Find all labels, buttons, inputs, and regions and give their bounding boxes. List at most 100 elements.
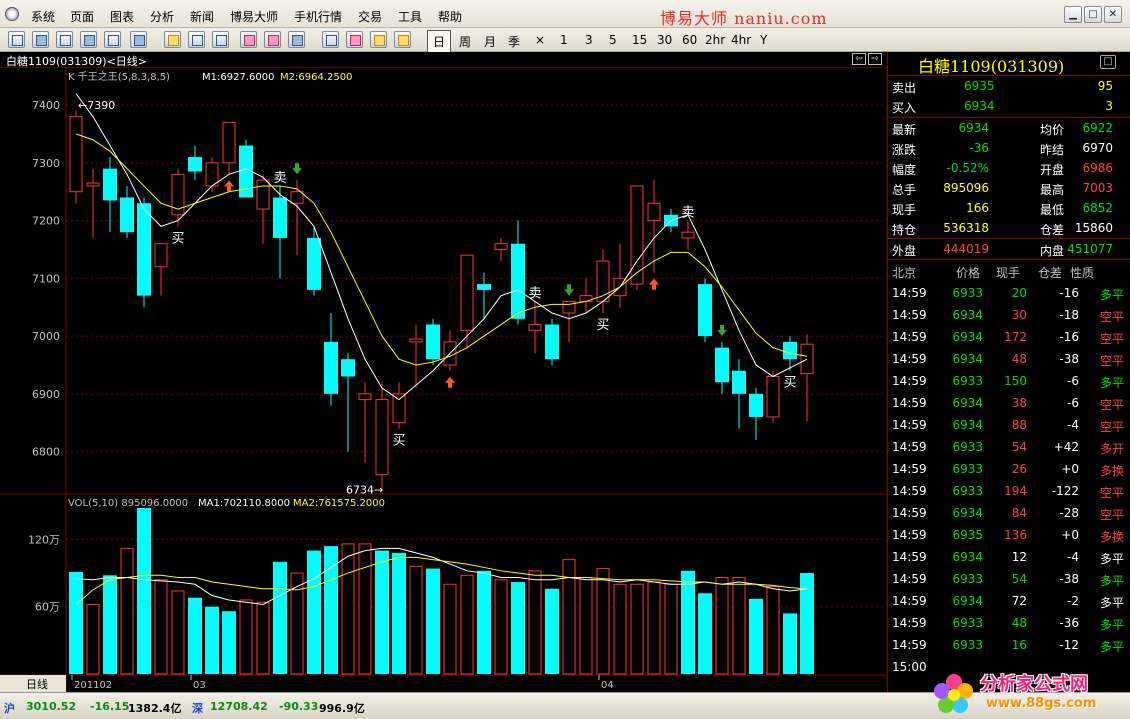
line-chart-icon[interactable] — [32, 31, 49, 48]
period-month[interactable]: 月 — [484, 33, 496, 50]
lightning-icon[interactable] — [394, 31, 411, 48]
table-icon[interactable] — [104, 31, 121, 48]
volume-bar-down — [69, 571, 83, 674]
draw-icon[interactable] — [322, 31, 339, 48]
menu-mobile[interactable]: 手机行情 — [294, 8, 342, 25]
x-tick-label: 03 — [193, 680, 206, 691]
tick-price: 6933 — [952, 638, 983, 652]
menu-boyi[interactable]: 博易大师 — [230, 8, 278, 25]
y-tick-label: 6900 — [32, 388, 60, 401]
tick-oi-change: +0 — [1061, 462, 1079, 476]
buy-volume: 3 — [1105, 99, 1113, 113]
candle-body-down — [324, 341, 338, 394]
menu-bar: 系统 页面 图表 分析 新闻 博易大师 手机行情 交易 工具 帮助 博易大师 n… — [0, 0, 1130, 28]
buy-signal-label: 买 — [392, 433, 405, 448]
menu-chart[interactable]: 图表 — [110, 8, 134, 25]
zoom-in-icon[interactable] — [188, 31, 205, 48]
stat-value: 6970 — [1082, 141, 1113, 155]
tick-price: 6934 — [952, 396, 983, 410]
period-15min[interactable]: 15 — [632, 33, 647, 47]
candle-body-up — [409, 338, 423, 343]
kline-icon[interactable] — [56, 31, 73, 48]
sz-index: 12708.42 — [210, 700, 268, 713]
period-day[interactable]: 日 — [427, 30, 452, 53]
tick-volume: 194 — [1004, 484, 1027, 498]
zoom-out-icon[interactable] — [212, 31, 229, 48]
volume-bar-up — [443, 583, 457, 675]
sell-row: 卖出 6935 95 — [888, 76, 1130, 96]
volume-bar-down — [375, 550, 389, 674]
system-icon[interactable] — [5, 7, 19, 21]
sz-amount: 996.9亿 — [319, 702, 365, 715]
menu-tools[interactable]: 工具 — [398, 8, 422, 25]
menu-help[interactable]: 帮助 — [438, 8, 462, 25]
stat-row: 最新 6934 均价 6922 — [888, 118, 1130, 138]
indicator-icon[interactable] — [240, 31, 257, 48]
period-3min[interactable]: 3 — [585, 33, 593, 47]
refresh-icon[interactable] — [164, 31, 181, 48]
volume-bar-up — [579, 577, 593, 675]
volume-bar-down — [698, 593, 712, 674]
tick-time: 14:59 — [892, 352, 927, 366]
tick-header-0: 北京 — [892, 266, 917, 280]
period-quarter[interactable]: 季 — [508, 33, 520, 50]
y-tick-label: 7300 — [32, 157, 60, 170]
minimize-button[interactable]: ▁ — [1064, 6, 1082, 23]
close-button[interactable]: ✕ — [1104, 6, 1122, 23]
candle-body-down — [426, 324, 440, 360]
volume-bar-up — [715, 577, 729, 675]
volume-bar-up — [171, 590, 185, 675]
back-icon[interactable] — [8, 31, 25, 48]
menu-page[interactable]: 页面 — [70, 8, 94, 25]
period-30min[interactable]: 30 — [657, 33, 672, 47]
period-60min[interactable]: 60 — [682, 33, 697, 47]
tick-oi-change: -2 — [1067, 594, 1079, 608]
tick-volume: 72 — [1011, 594, 1027, 608]
menu-news[interactable]: 新闻 — [190, 8, 214, 25]
menu-analysis[interactable]: 分析 — [150, 8, 174, 25]
candle-body-up — [528, 324, 542, 331]
candle-body-down — [783, 341, 797, 360]
period-5min[interactable]: 5 — [609, 33, 617, 47]
stat-value: 15860 — [1074, 221, 1113, 235]
sz-label: 深 — [192, 702, 203, 715]
tick-oi-change: -38 — [1059, 352, 1079, 366]
kline-chart[interactable]: 7400 7300 7200 7100 7000 6900 6800 K 千王之王(5,8,3… — [0, 68, 886, 692]
tick-volume: 30 — [1011, 308, 1027, 322]
tick-volume: 54 — [1011, 572, 1027, 586]
stat-value: 6922 — [1082, 121, 1113, 135]
volume-bar-up — [256, 601, 270, 675]
period-year[interactable]: Y — [760, 33, 767, 47]
outer-value: 444019 — [943, 242, 989, 256]
period-1min[interactable]: 1 — [560, 33, 568, 47]
export-icon[interactable] — [264, 31, 281, 48]
tick-price: 6934 — [952, 352, 983, 366]
window-icon[interactable] — [288, 31, 305, 48]
panel-toggle-icon[interactable]: □ — [1100, 55, 1116, 69]
menu-trade[interactable]: 交易 — [358, 8, 382, 25]
alarm-icon[interactable] — [346, 31, 363, 48]
tick-row: 14:59 6933 20 -16 多平 — [888, 282, 1130, 304]
chart-header: 白糖1109(031309)<日线> ⇦ ⇨ — [0, 52, 886, 68]
period-close[interactable]: × — [535, 33, 545, 47]
volume-bar-up — [358, 543, 372, 675]
volume-bar-up — [460, 574, 474, 675]
tick-time: 14:59 — [892, 572, 927, 586]
quote-list-icon[interactable] — [80, 31, 97, 48]
menu-system[interactable]: 系统 — [31, 8, 55, 25]
prev-arrow-icon[interactable]: ⇦ — [852, 53, 866, 65]
period-week[interactable]: 周 — [459, 33, 471, 50]
period-4hr[interactable]: 4hr — [731, 33, 751, 47]
stat-row: 持仓 536318 仓差 15860 — [888, 218, 1130, 238]
volume-ma1-line — [75, 547, 808, 605]
f10-icon[interactable] — [130, 31, 147, 48]
maximize-button[interactable]: □ — [1084, 6, 1102, 23]
period-2hr[interactable]: 2hr — [705, 33, 725, 47]
tick-nature: 多开 — [1100, 442, 1125, 456]
candle-body-down — [749, 393, 763, 417]
next-arrow-icon[interactable]: ⇨ — [868, 53, 882, 65]
candle-body-up — [647, 202, 661, 222]
tick-price: 6934 — [952, 550, 983, 564]
candle-body-up — [681, 231, 695, 239]
formula-icon[interactable] — [370, 31, 387, 48]
